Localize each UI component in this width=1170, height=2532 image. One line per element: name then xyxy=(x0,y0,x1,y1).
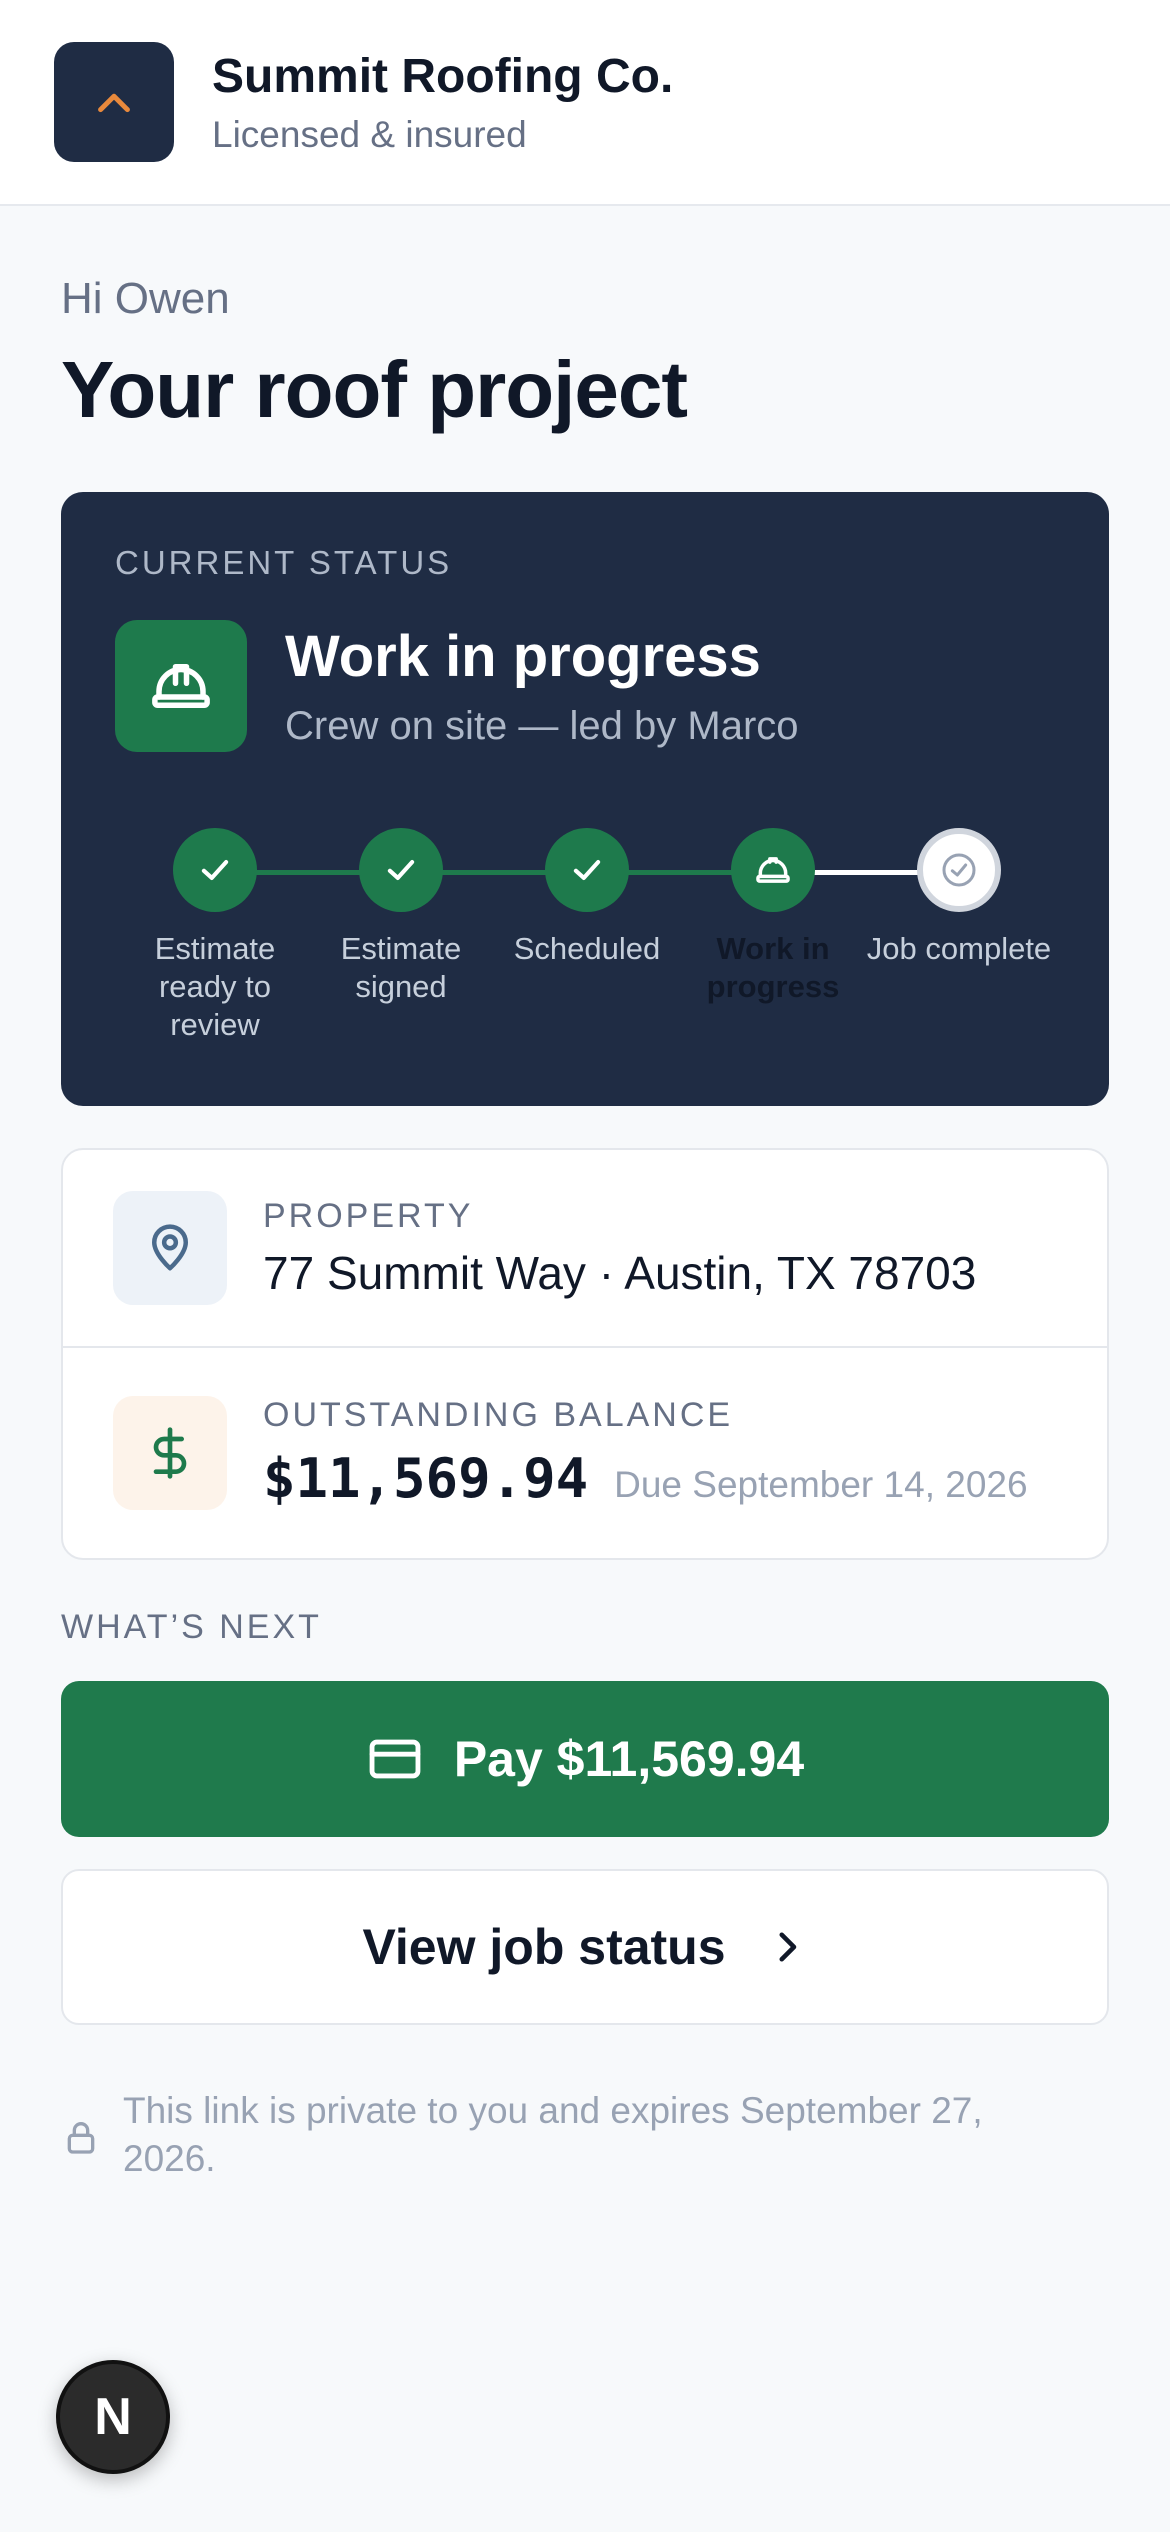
dollar-icon xyxy=(153,1427,187,1479)
step-circle-done xyxy=(173,828,257,912)
page-title: Your roof project xyxy=(61,345,688,434)
balance-amount: $11,569.94 xyxy=(263,1447,589,1510)
lock-icon xyxy=(67,2122,95,2154)
credit-card-icon xyxy=(369,1739,421,1779)
project-info-card: PROPERTY 77 Summit Way · Austin, TX 7870… xyxy=(61,1148,1109,1560)
floating-action-button[interactable]: N xyxy=(56,2360,170,2474)
check-icon xyxy=(573,860,601,880)
step-estimate-ready: Estimate ready to review xyxy=(115,828,315,1043)
brand-logo xyxy=(54,42,174,162)
pay-button-label: Pay $11,569.94 xyxy=(453,1731,805,1787)
view-job-status-label: View job status xyxy=(362,1919,726,1975)
hard-hat-icon xyxy=(756,857,790,883)
main-content: Hi Owen Your roof project CURRENT STATUS… xyxy=(0,274,1170,2183)
step-label-current: Work in progress xyxy=(706,931,840,1004)
check-circle-icon xyxy=(942,853,976,887)
privacy-note: This link is private to you and expires … xyxy=(61,2087,1109,2183)
balance-icon-tile xyxy=(113,1396,227,1510)
balance-overline: OUTSTANDING BALANCE xyxy=(263,1396,734,1434)
step-scheduled: Scheduled xyxy=(487,828,687,968)
pay-button[interactable]: Pay $11,569.94 xyxy=(61,1681,1109,1837)
property-icon-tile xyxy=(113,1191,227,1305)
check-icon xyxy=(201,860,229,880)
step-label: Scheduled xyxy=(513,931,661,966)
brand-text: Summit Roofing Co. Licensed & insured xyxy=(212,48,673,156)
property-text: PROPERTY 77 Summit Way · Austin, TX 7870… xyxy=(263,1197,976,1300)
chevron-right-icon xyxy=(779,1932,796,1962)
balance-due-date: Due September 14, 2026 xyxy=(614,1464,1028,1505)
step-circle-done xyxy=(545,828,629,912)
balance-row: OUTSTANDING BALANCE $11,569.94 Due Septe… xyxy=(63,1348,1107,1558)
status-card: CURRENT STATUS Work in progress Crew on … xyxy=(61,492,1109,1106)
check-icon xyxy=(387,860,415,880)
brand-name: Summit Roofing Co. xyxy=(212,50,674,104)
property-address: 77 Summit Way · Austin, TX 78703 xyxy=(263,1246,977,1299)
step-circle-done xyxy=(359,828,443,912)
privacy-text: This link is private to you and expires … xyxy=(123,2090,983,2180)
app-header: Summit Roofing Co. Licensed & insured xyxy=(0,0,1170,206)
map-pin-icon xyxy=(152,1224,188,1271)
chevron-up-icon xyxy=(98,93,130,113)
fab-label: N xyxy=(94,2388,132,2446)
balance-text: OUTSTANDING BALANCE $11,569.94 Due Septe… xyxy=(263,1396,1028,1510)
step-job-complete: Job complete xyxy=(859,828,1059,968)
brand-subtitle: Licensed & insured xyxy=(212,113,527,155)
property-overline: PROPERTY xyxy=(263,1196,474,1235)
step-label: Job complete xyxy=(866,931,1052,966)
step-circle-upcoming xyxy=(917,828,1001,912)
view-job-status-button[interactable]: View job status xyxy=(61,1869,1109,2025)
step-label: Estimate signed xyxy=(340,931,462,1004)
property-row: PROPERTY 77 Summit Way · Austin, TX 7870… xyxy=(63,1150,1107,1348)
greeting: Hi Owen xyxy=(61,274,230,323)
step-label: Estimate ready to review xyxy=(154,931,276,1042)
step-circle-current xyxy=(731,828,815,912)
whats-next-label: WHAT’S NEXT xyxy=(61,1608,322,1646)
progress-stepper: Estimate ready to review Estimate signed… xyxy=(61,492,1109,1106)
step-estimate-signed: Estimate signed xyxy=(301,828,501,1006)
balance-line: $11,569.94 Due September 14, 2026 xyxy=(263,1447,1028,1510)
step-work-in-progress: Work in progress xyxy=(673,828,873,1006)
